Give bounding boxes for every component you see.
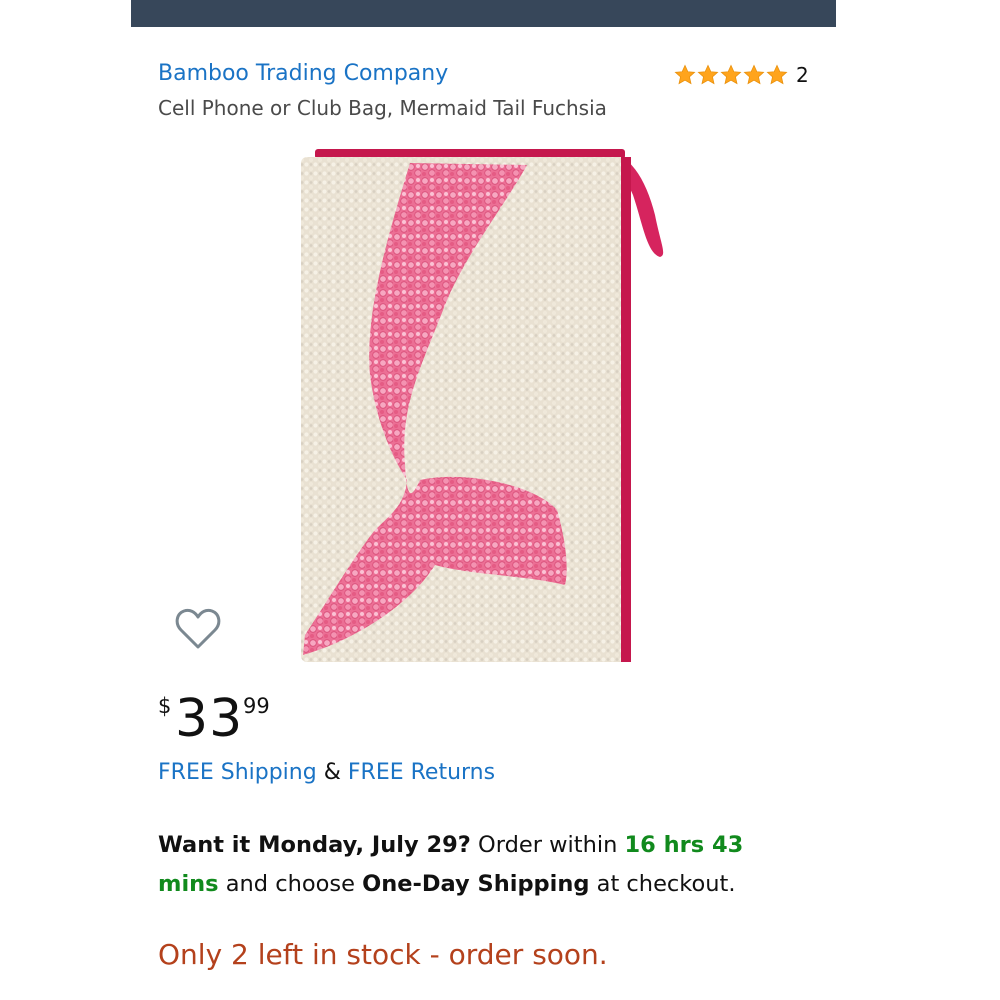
delivery-and-choose: and choose [225, 871, 355, 897]
delivery-date: Want it Monday, July 29? [158, 832, 471, 858]
delivery-message: Want it Monday, July 29? Order within 16… [158, 826, 808, 904]
shipping-ampersand: & [323, 760, 341, 785]
rating-count: 2 [796, 63, 809, 87]
star-icon [674, 64, 696, 85]
star-icon [766, 64, 788, 85]
star-icon [743, 64, 765, 85]
star-rating [674, 64, 788, 86]
rating-summary[interactable]: 2 [674, 58, 809, 92]
star-icon [697, 64, 719, 85]
price-fraction: 99 [243, 694, 270, 718]
top-navigation-bar [131, 0, 836, 27]
heart-icon[interactable] [173, 604, 223, 654]
price-whole: 33 [175, 689, 244, 749]
free-shipping-link[interactable]: FREE Shipping [158, 760, 317, 785]
stock-warning: Only 2 left in stock - order soon. [158, 938, 608, 971]
delivery-shipping-option: One-Day Shipping [362, 871, 590, 897]
delivery-order-within: Order within [478, 832, 618, 858]
product-image[interactable] [295, 135, 680, 670]
star-icon [720, 64, 742, 85]
delivery-at-checkout: at checkout. [596, 871, 736, 897]
free-returns-link[interactable]: FREE Returns [348, 760, 495, 785]
brand-link[interactable]: Bamboo Trading Company [158, 61, 448, 86]
product-title: Cell Phone or Club Bag, Mermaid Tail Fuc… [158, 96, 607, 120]
shipping-info: FREE Shipping & FREE Returns [158, 760, 495, 785]
price-currency-symbol: $ [158, 694, 172, 718]
